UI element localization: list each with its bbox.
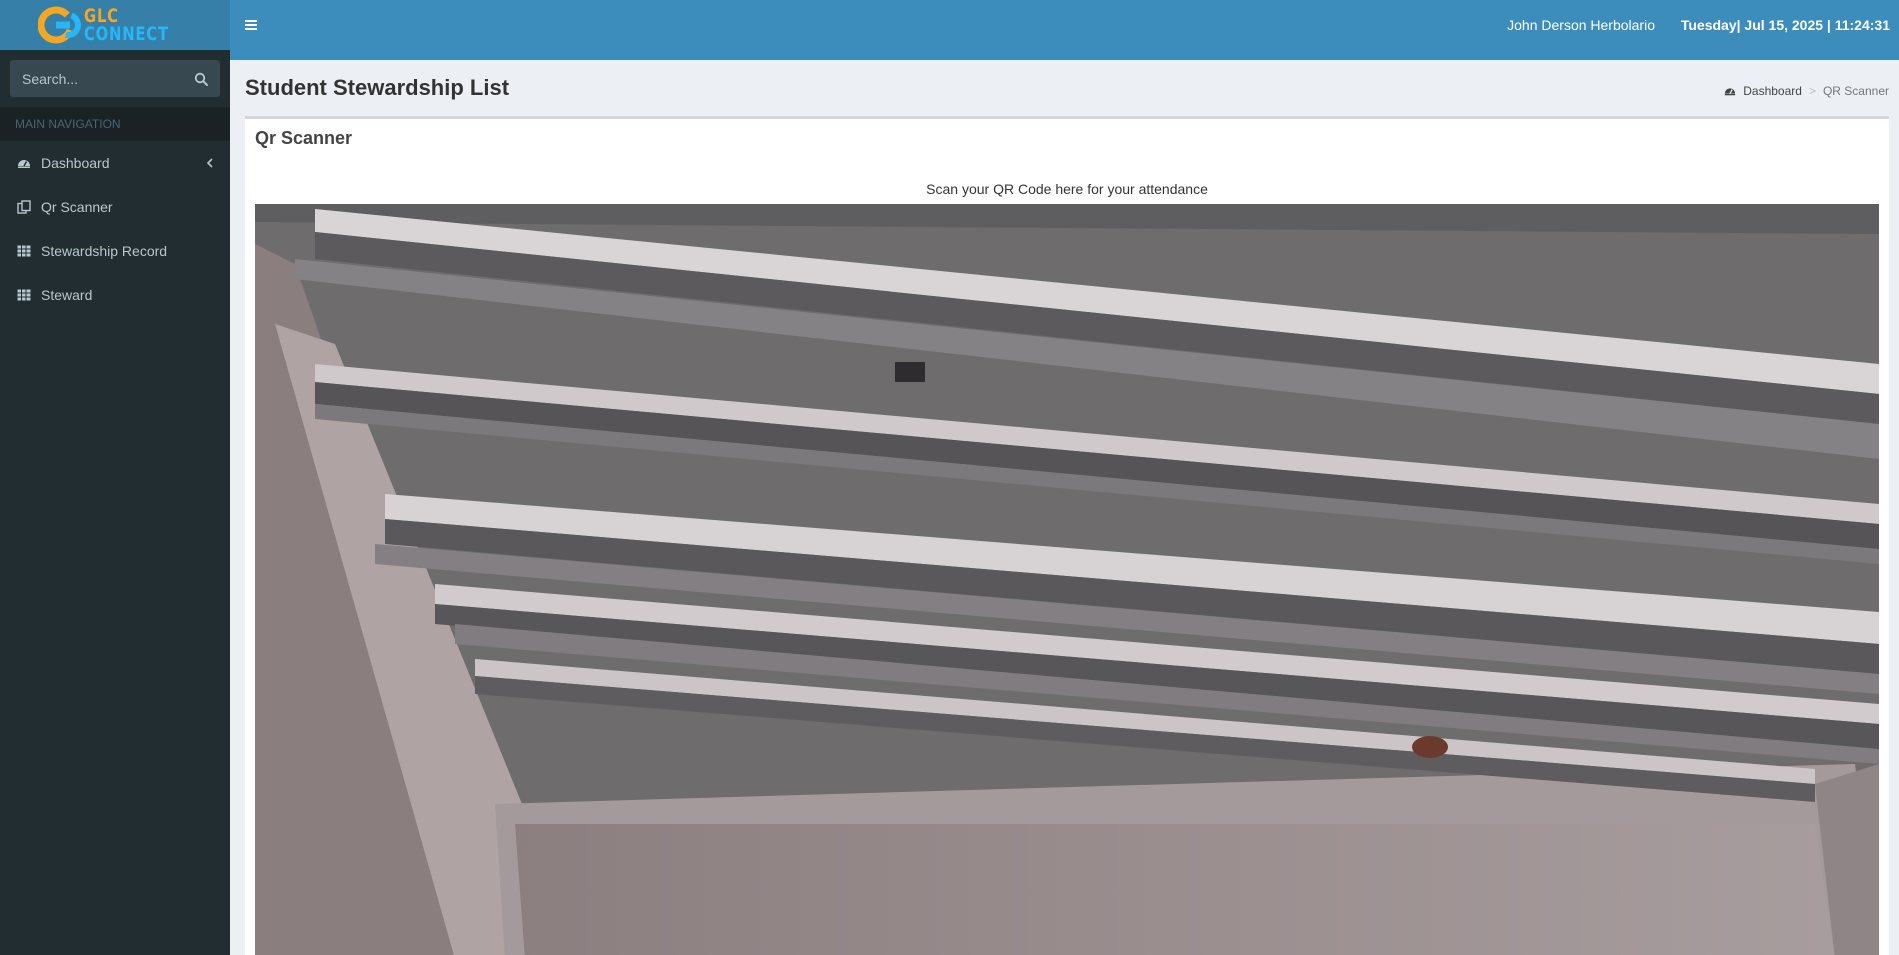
user-menu[interactable]: John Derson Herbolario bbox=[1507, 17, 1655, 33]
logo-bar[interactable]: GLC CONNECT bbox=[0, 0, 230, 50]
page-title: Student Stewardship List bbox=[245, 75, 510, 100]
qr-scanner-box: Qr Scanner Scan your QR Code here for yo… bbox=[245, 116, 1889, 955]
table-grid-icon bbox=[17, 245, 31, 257]
scan-instruction: Scan your QR Code here for your attendan… bbox=[926, 181, 1208, 197]
sidebar-item-label: Steward bbox=[41, 287, 93, 303]
camera-feed[interactable] bbox=[255, 204, 1879, 955]
search-icon[interactable] bbox=[194, 72, 208, 86]
qr-scanner-icon bbox=[17, 200, 31, 214]
nav-header: MAIN NAVIGATION bbox=[0, 107, 230, 141]
camera-feed-image bbox=[255, 204, 1879, 955]
sidebar-item-steward[interactable]: Steward bbox=[0, 273, 230, 317]
sidebar-item-label: Dashboard bbox=[41, 155, 110, 171]
breadcrumb-current: QR Scanner bbox=[1822, 84, 1889, 98]
breadcrumb: Dashboard > QR Scanner bbox=[1724, 84, 1889, 98]
current-datetime: Tuesday| Jul 15, 2025 | 11:24:31 bbox=[1680, 17, 1890, 33]
dashboard-icon bbox=[1725, 88, 1736, 96]
top-navbar: John Derson Herbolario Tuesday| Jul 15, … bbox=[230, 0, 1899, 60]
sidebar-search[interactable]: Search... bbox=[10, 60, 220, 97]
glc-logo-icon bbox=[37, 6, 81, 44]
sidebar-item-stewardship-record[interactable]: Stewardship Record bbox=[0, 229, 230, 273]
content-wrapper: Student Stewardship List Dashboard > QR … bbox=[230, 60, 1899, 955]
sidebar-item-label: Qr Scanner bbox=[41, 199, 113, 215]
search-input[interactable]: Search... bbox=[22, 71, 194, 87]
sidebar: GLC CONNECT Search... MAIN NAVIGATION Da… bbox=[0, 0, 230, 955]
brand-line-2: CONNECT bbox=[83, 23, 169, 45]
brand-wordmark: GLC CONNECT bbox=[83, 6, 169, 45]
hamburger-menu-icon[interactable] bbox=[244, 18, 258, 32]
breadcrumb-separator: > bbox=[1808, 84, 1816, 98]
sidebar-item-dashboard[interactable]: Dashboard bbox=[0, 141, 230, 185]
box-title: Qr Scanner bbox=[255, 128, 353, 148]
dashboard-icon bbox=[18, 160, 30, 168]
sidebar-item-label: Stewardship Record bbox=[41, 243, 168, 259]
sidebar-item-qr-scanner[interactable]: Qr Scanner bbox=[0, 185, 230, 229]
chevron-left-icon[interactable] bbox=[205, 157, 215, 169]
table-grid-icon bbox=[17, 289, 31, 301]
brand-logo[interactable]: GLC CONNECT bbox=[37, 5, 193, 45]
breadcrumb-link-dashboard[interactable]: Dashboard bbox=[1743, 84, 1802, 98]
